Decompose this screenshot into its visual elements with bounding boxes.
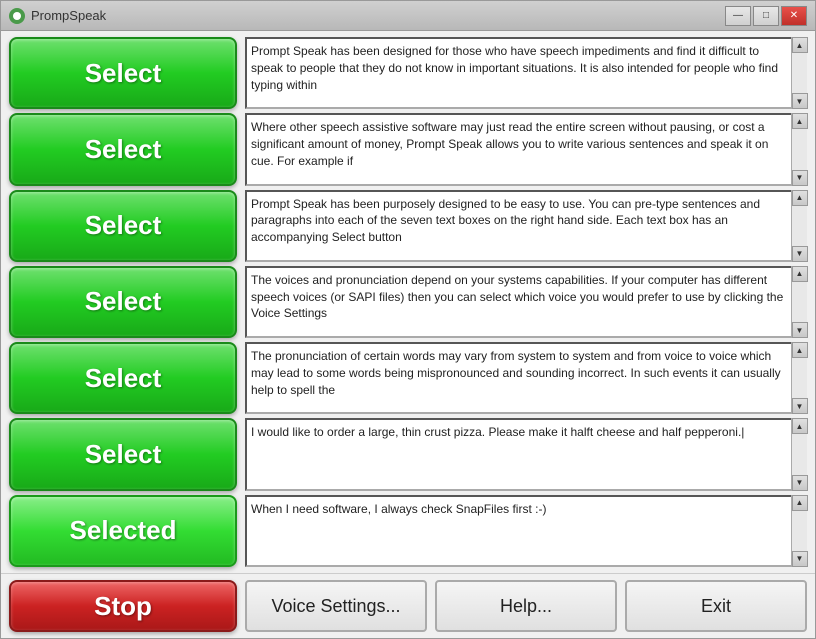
select-button-7[interactable]: Selected: [9, 495, 237, 567]
scroll-down-3[interactable]: ▼: [792, 246, 808, 262]
close-button[interactable]: ✕: [781, 6, 807, 26]
text-box-4[interactable]: [245, 266, 807, 338]
select-button-6[interactable]: Select: [9, 418, 237, 490]
window-controls: — □ ✕: [725, 6, 807, 26]
text-box-6[interactable]: [245, 418, 807, 490]
help-button[interactable]: Help...: [435, 580, 617, 632]
select-button-1[interactable]: Select: [9, 37, 237, 109]
scroll-down-7[interactable]: ▼: [792, 551, 808, 567]
text-box-5[interactable]: [245, 342, 807, 414]
text-wrapper-2: ▲▼: [245, 113, 807, 185]
select-button-2[interactable]: Select: [9, 113, 237, 185]
row-2: Select▲▼: [9, 113, 807, 185]
scroll-up-4[interactable]: ▲: [792, 266, 808, 282]
scroll-down-4[interactable]: ▼: [792, 322, 808, 338]
scroll-down-6[interactable]: ▼: [792, 475, 808, 491]
scroll-down-1[interactable]: ▼: [792, 93, 808, 109]
row-7: Selected▲▼: [9, 495, 807, 567]
main-window: PrompSpeak — □ ✕ Select▲▼Select▲▼Select▲…: [0, 0, 816, 639]
scroll-up-6[interactable]: ▲: [792, 418, 808, 434]
stop-button[interactable]: Stop: [9, 580, 237, 632]
text-wrapper-4: ▲▼: [245, 266, 807, 338]
scroll-down-2[interactable]: ▼: [792, 170, 808, 186]
text-box-2[interactable]: [245, 113, 807, 185]
scroll-up-3[interactable]: ▲: [792, 190, 808, 206]
text-wrapper-1: ▲▼: [245, 37, 807, 109]
select-button-5[interactable]: Select: [9, 342, 237, 414]
text-wrapper-7: ▲▼: [245, 495, 807, 567]
text-box-7[interactable]: [245, 495, 807, 567]
scroll-up-7[interactable]: ▲: [792, 495, 808, 511]
scroll-up-5[interactable]: ▲: [792, 342, 808, 358]
minimize-button[interactable]: —: [725, 6, 751, 26]
app-icon: [9, 8, 25, 24]
text-box-3[interactable]: [245, 190, 807, 262]
text-wrapper-3: ▲▼: [245, 190, 807, 262]
text-wrapper-5: ▲▼: [245, 342, 807, 414]
exit-button[interactable]: Exit: [625, 580, 807, 632]
voice-settings-button[interactable]: Voice Settings...: [245, 580, 427, 632]
select-button-3[interactable]: Select: [9, 190, 237, 262]
row-4: Select▲▼: [9, 266, 807, 338]
row-1: Select▲▼: [9, 37, 807, 109]
footer: Stop Voice Settings... Help... Exit: [1, 573, 815, 638]
row-3: Select▲▼: [9, 190, 807, 262]
scroll-up-1[interactable]: ▲: [792, 37, 808, 53]
row-6: Select▲▼: [9, 418, 807, 490]
restore-button[interactable]: □: [753, 6, 779, 26]
scroll-down-5[interactable]: ▼: [792, 398, 808, 414]
main-content: Select▲▼Select▲▼Select▲▼Select▲▼Select▲▼…: [1, 31, 815, 573]
scroll-up-2[interactable]: ▲: [792, 113, 808, 129]
title-bar: PrompSpeak — □ ✕: [1, 1, 815, 31]
select-button-4[interactable]: Select: [9, 266, 237, 338]
text-wrapper-6: ▲▼: [245, 418, 807, 490]
row-5: Select▲▼: [9, 342, 807, 414]
window-title: PrompSpeak: [31, 8, 106, 23]
text-box-1[interactable]: [245, 37, 807, 109]
